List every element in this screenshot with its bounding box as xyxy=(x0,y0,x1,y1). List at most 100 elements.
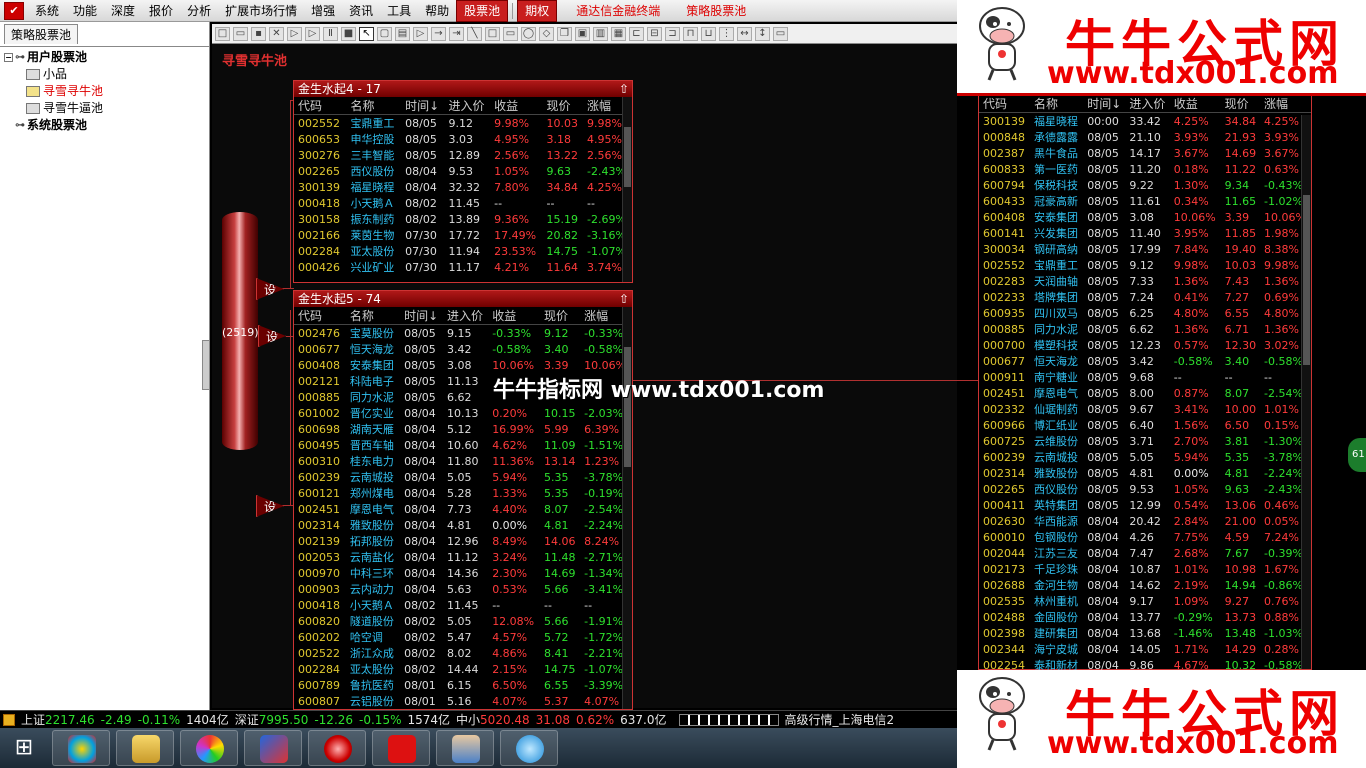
table-row[interactable]: 600820 隧道股份 08/02 5.05 12.08% 5.66 -1.91% xyxy=(294,613,632,629)
table-row[interactable]: 002173 千足珍珠 08/04 10.87 1.01% 10.98 1.67% xyxy=(979,561,1311,577)
width-icon[interactable]: ↔ xyxy=(737,26,752,41)
table-row[interactable]: 002398 建研集团 08/04 13.68 -1.46% 13.48 -1.03% xyxy=(979,625,1311,641)
pause-icon[interactable]: Ⅱ xyxy=(323,26,338,41)
diamond-icon[interactable]: ◇ xyxy=(539,26,554,41)
column-header[interactable]: 名称 xyxy=(346,97,402,115)
table-row[interactable]: 002283 天润曲轴 08/05 7.33 1.36% 7.43 1.36% xyxy=(979,273,1311,289)
pool-title-bar[interactable]: 金生水起5 - 74 ⇧ xyxy=(294,291,632,307)
table-row[interactable]: 002044 江苏三友 08/04 7.47 2.68% 7.67 -0.39% xyxy=(979,545,1311,561)
align-right-icon[interactable]: ⊐ xyxy=(665,26,680,41)
arrow-icon[interactable]: → xyxy=(431,26,446,41)
taskbar-app[interactable] xyxy=(436,730,494,766)
table-row[interactable]: 600310 桂东电力 08/04 11.80 11.36% 13.14 1.23% xyxy=(294,453,632,469)
scrollbar[interactable] xyxy=(622,97,632,282)
table-row[interactable]: 002284 亚太股份 08/02 14.44 2.15% 14.75 -1.07% xyxy=(294,661,632,677)
tree-node-system-pool[interactable]: ⊶ 系统股票池 xyxy=(0,117,209,134)
table-row[interactable]: 002535 林州重机 08/04 9.17 1.09% 9.27 0.76% xyxy=(979,593,1311,609)
trash-icon[interactable]: ▥ xyxy=(593,26,608,41)
delete-icon[interactable]: ✕ xyxy=(269,26,284,41)
taskbar-app[interactable] xyxy=(244,730,302,766)
tree-node-xunxue-xunniu[interactable]: 寻雪寻牛池 xyxy=(0,83,209,100)
table-row[interactable]: 000426 兴业矿业 07/30 11.17 4.21% 11.64 3.74% xyxy=(294,259,632,275)
table-row[interactable]: 002522 浙江众成 08/02 8.02 4.86% 8.41 -2.21% xyxy=(294,645,632,661)
taskbar-app[interactable] xyxy=(116,730,174,766)
table-row[interactable]: 002451 摩恩电气 08/05 8.00 0.87% 8.07 -2.54% xyxy=(979,385,1311,401)
table-row[interactable]: 002166 莱茵生物 07/30 17.72 17.49% 20.82 -3.16% xyxy=(294,227,632,243)
tab-stock-pool[interactable]: 股票池 xyxy=(456,0,509,22)
pool-title-bar[interactable]: 金生水起4 - 17 ⇧ xyxy=(294,81,632,97)
table-row[interactable]: 002284 亚太股份 07/30 11.94 23.53% 14.75 -1.07% xyxy=(294,243,632,259)
taskbar-app[interactable] xyxy=(180,730,238,766)
table-row[interactable]: 600433 冠豪高新 08/05 11.61 0.34% 11.65 -1.02% xyxy=(979,193,1311,209)
box-icon[interactable]: ▭ xyxy=(503,26,518,41)
table-row[interactable]: 600010 包钢股份 08/04 4.26 7.75% 4.59 7.24% xyxy=(979,529,1311,545)
menu-analysis[interactable]: 分析 xyxy=(180,1,218,21)
table-row[interactable]: 600239 云南城投 08/05 5.05 5.94% 5.35 -3.78% xyxy=(979,449,1311,465)
collapse-up-icon[interactable]: ⇧ xyxy=(619,81,629,97)
table-row[interactable]: 002476 宝莫股份 08/05 9.15 -0.33% 9.12 -0.33% xyxy=(294,325,632,342)
table-row[interactable]: 300276 三丰智能 08/05 12.89 2.56% 13.22 2.56% xyxy=(294,147,632,163)
column-header[interactable]: 收益 xyxy=(490,97,543,115)
column-header[interactable]: 现价 xyxy=(542,97,584,115)
column-header[interactable]: 收益 xyxy=(1169,95,1221,113)
panel-splitter[interactable] xyxy=(202,340,210,390)
column-header[interactable]: 进入价 xyxy=(443,307,489,325)
column-header[interactable]: 代码 xyxy=(979,95,1030,113)
menu-depth[interactable]: 深度 xyxy=(104,1,142,21)
table-row[interactable]: 000411 英特集团 08/05 12.99 0.54% 13.06 0.46% xyxy=(979,497,1311,513)
scrollbar-thumb[interactable] xyxy=(624,347,631,467)
taskbar-app[interactable] xyxy=(372,730,430,766)
copy-icon[interactable]: ❐ xyxy=(557,26,572,41)
scrollbar[interactable] xyxy=(622,307,632,709)
table-row[interactable]: 600653 申华控股 08/05 3.03 4.95% 3.18 4.95% xyxy=(294,131,632,147)
stock-pool-window[interactable]: 代码 名称 时间↓ 进入价 收益 现价 涨幅 300139 福星晓程 00:00 33.42 4.2… xyxy=(978,94,1312,704)
table-row[interactable]: 002387 黑牛食品 08/05 14.17 3.67% 14.69 3.67% xyxy=(979,145,1311,161)
table-row[interactable]: 000677 恒天海龙 08/05 3.42 -0.58% 3.40 -0.58% xyxy=(294,341,632,357)
table-row[interactable]: 600239 云南城投 08/04 5.05 5.94% 5.35 -3.78% xyxy=(294,469,632,485)
table-row[interactable]: 600833 第一医药 08/05 11.20 0.18% 11.22 0.63% xyxy=(979,161,1311,177)
table-row[interactable]: 600141 兴发集团 08/05 11.40 3.95% 11.85 1.98% xyxy=(979,225,1311,241)
column-header[interactable]: 名称 xyxy=(345,307,401,325)
table-row[interactable]: 600935 四川双马 08/05 6.25 4.80% 6.55 4.80% xyxy=(979,305,1311,321)
table-row[interactable]: 600966 博汇纸业 08/05 6.40 1.56% 6.50 0.15% xyxy=(979,417,1311,433)
line-icon[interactable]: ╲ xyxy=(467,26,482,41)
tree-node-xunxue-niubi[interactable]: 寻雪牛逼池 xyxy=(0,100,209,117)
collapse-icon[interactable]: − xyxy=(4,53,13,62)
table-row[interactable]: 000885 同力水泥 08/05 6.62 1.36% 6.71 1.36% xyxy=(979,321,1311,337)
window-icon[interactable]: ▭ xyxy=(773,26,788,41)
tree-node-user-pool[interactable]: − ⊶ 用户股票池 xyxy=(0,49,209,66)
table-row[interactable]: 002344 海宁皮城 08/04 14.05 1.71% 14.29 0.28% xyxy=(979,641,1311,657)
column-header[interactable]: 现价 xyxy=(1220,95,1261,113)
start-windows-icon[interactable]: ⊞ xyxy=(8,734,40,762)
table-row[interactable]: 000418 小天鹅Ａ 08/02 11.45 -- -- -- xyxy=(294,195,632,211)
stop-icon[interactable]: ■ xyxy=(341,26,356,41)
table-row[interactable]: 000677 恒天海龙 08/05 3.42 -0.58% 3.40 -0.58% xyxy=(979,353,1311,369)
table-row[interactable]: 300139 福星晓程 00:00 33.42 4.25% 34.84 4.25% xyxy=(979,113,1311,130)
menu-system[interactable]: 系统 xyxy=(28,1,66,21)
distribute-icon[interactable]: ⋮ xyxy=(719,26,734,41)
table-row[interactable]: 002451 摩恩电气 08/04 7.73 4.40% 8.07 -2.54% xyxy=(294,501,632,517)
table-row[interactable]: 300139 福星晓程 08/04 32.32 7.80% 34.84 4.25% xyxy=(294,179,632,195)
table-row[interactable]: 600408 安泰集团 08/05 3.08 10.06% 3.39 10.06% xyxy=(979,209,1311,225)
table-row[interactable]: 600121 郑州煤电 08/04 5.28 1.33% 5.35 -0.19% xyxy=(294,485,632,501)
new-icon[interactable]: □ xyxy=(215,26,230,41)
menu-extended-market[interactable]: 扩展市场行情 xyxy=(218,1,304,21)
table-row[interactable]: 002552 宝鼎重工 08/05 9.12 9.98% 10.03 9.98% xyxy=(979,257,1311,273)
rounded-rect-icon[interactable]: ▢ xyxy=(377,26,392,41)
table-row[interactable]: 600794 保税科技 08/05 9.22 1.30% 9.34 -0.43% xyxy=(979,177,1311,193)
side-badge[interactable]: 61 xyxy=(1348,438,1366,472)
table-row[interactable]: 600202 哈空调 08/02 5.47 4.57% 5.72 -1.72% xyxy=(294,629,632,645)
column-header[interactable]: 代码 xyxy=(294,97,347,115)
table-row[interactable]: 600807 云铝股份 08/01 5.16 4.07% 5.37 4.07% xyxy=(294,693,632,709)
align-center-icon[interactable]: ⊟ xyxy=(647,26,662,41)
column-header[interactable]: 进入价 xyxy=(444,97,491,115)
table-row[interactable]: 000848 承德露露 08/05 21.10 3.93% 21.93 3.93% xyxy=(979,129,1311,145)
rect-icon[interactable]: □ xyxy=(485,26,500,41)
table-row[interactable]: 002314 雅致股份 08/04 4.81 0.00% 4.81 -2.24% xyxy=(294,517,632,533)
connector-icon[interactable]: ⇥ xyxy=(449,26,464,41)
menu-quote[interactable]: 报价 xyxy=(142,1,180,21)
stock-pool-window[interactable]: 金生水起4 - 17 ⇧ 代码 名称 时间↓ 进入价 收益 现价 涨幅 002552 宝鼎重工… xyxy=(293,80,633,283)
taskbar-app[interactable] xyxy=(52,730,110,766)
table-row[interactable]: 600698 湖南天雁 08/04 5.12 16.99% 5.99 6.39% xyxy=(294,421,632,437)
table-row[interactable]: 002265 西仪股份 08/04 9.53 1.05% 9.63 -2.43% xyxy=(294,163,632,179)
